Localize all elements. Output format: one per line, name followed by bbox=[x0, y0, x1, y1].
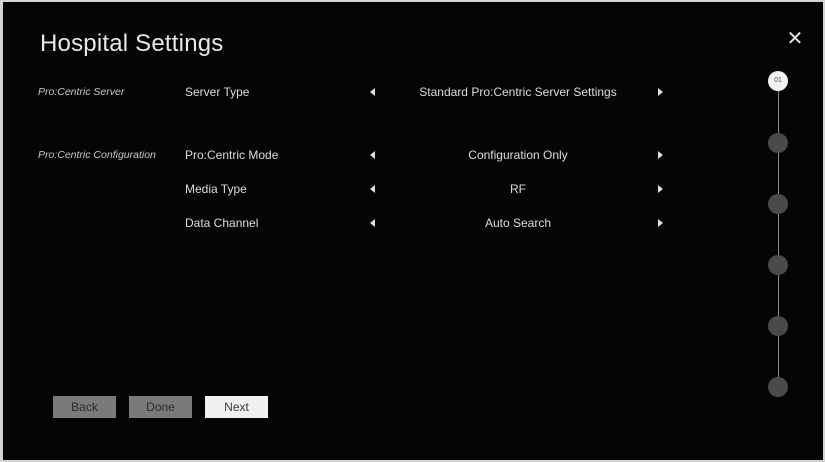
done-button[interactable]: Done bbox=[129, 396, 192, 418]
step-indicator bbox=[768, 133, 788, 153]
section-label-server: Pro:Centric Server bbox=[38, 86, 125, 98]
media-type-prev-button[interactable] bbox=[367, 178, 381, 200]
setting-value[interactable]: Standard Pro:Centric Server Settings bbox=[393, 81, 643, 103]
arrow-right-icon bbox=[658, 151, 663, 159]
arrow-left-icon bbox=[370, 88, 375, 96]
arrow-left-icon bbox=[370, 219, 375, 227]
media-type-next-button[interactable] bbox=[653, 178, 667, 200]
step-indicator bbox=[768, 316, 788, 336]
next-button[interactable]: Next bbox=[205, 396, 268, 418]
back-button[interactable]: Back bbox=[53, 396, 116, 418]
section-label-configuration: Pro:Centric Configuration bbox=[38, 149, 156, 161]
setting-name: Data Channel bbox=[185, 216, 259, 230]
arrow-left-icon bbox=[370, 185, 375, 193]
setting-value[interactable]: Configuration Only bbox=[393, 144, 643, 166]
setting-row-server-type: Pro:Centric Server Server Type Standard … bbox=[3, 81, 703, 103]
data-channel-next-button[interactable] bbox=[653, 212, 667, 234]
step-progress-rail bbox=[778, 82, 779, 387]
procentric-mode-prev-button[interactable] bbox=[367, 144, 381, 166]
server-type-next-button[interactable] bbox=[653, 81, 667, 103]
data-channel-prev-button[interactable] bbox=[367, 212, 381, 234]
setting-row-media-type: Media Type RF bbox=[3, 178, 703, 200]
close-icon: ✕ bbox=[786, 28, 804, 50]
step-indicator bbox=[768, 194, 788, 214]
close-button[interactable]: ✕ bbox=[784, 28, 806, 50]
setting-row-data-channel: Data Channel Auto Search bbox=[3, 212, 703, 234]
server-type-prev-button[interactable] bbox=[367, 81, 381, 103]
arrow-right-icon bbox=[658, 185, 663, 193]
step-indicator bbox=[768, 377, 788, 397]
step-indicator-current: 01 bbox=[768, 71, 788, 91]
setting-name: Pro:Centric Mode bbox=[185, 148, 279, 162]
arrow-right-icon bbox=[658, 219, 663, 227]
setting-value[interactable]: RF bbox=[393, 178, 643, 200]
arrow-right-icon bbox=[658, 88, 663, 96]
step-indicator bbox=[768, 255, 788, 275]
setting-name: Media Type bbox=[185, 182, 247, 196]
setting-row-procentric-mode: Pro:Centric Configuration Pro:Centric Mo… bbox=[3, 144, 703, 166]
page-title: Hospital Settings bbox=[40, 30, 224, 57]
arrow-left-icon bbox=[370, 151, 375, 159]
setting-name: Server Type bbox=[185, 85, 250, 99]
setting-value[interactable]: Auto Search bbox=[393, 212, 643, 234]
procentric-mode-next-button[interactable] bbox=[653, 144, 667, 166]
hospital-settings-screen: Hospital Settings ✕ Pro:Centric Server S… bbox=[3, 2, 823, 460]
